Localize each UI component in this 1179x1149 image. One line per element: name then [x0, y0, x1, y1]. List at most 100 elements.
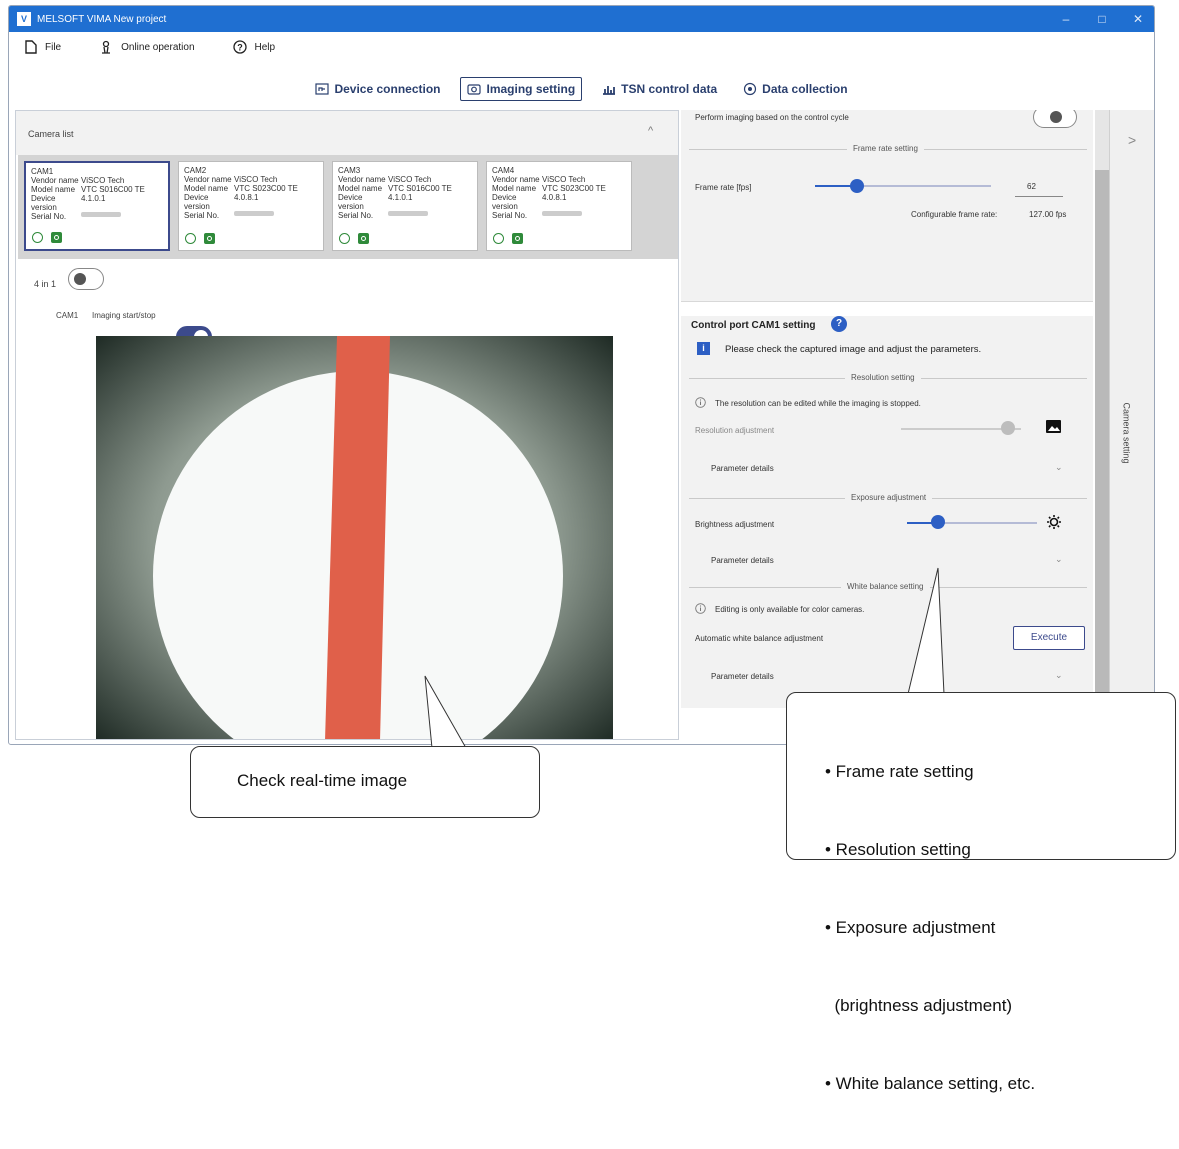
device-version-label: Device version	[31, 194, 57, 212]
camera-setting-label: Camera setting	[1121, 402, 1132, 464]
main-tabs: Device connection Imaging setting TSN co…	[9, 72, 1154, 106]
configurable-frame-rate-label: Configurable frame rate:	[911, 210, 998, 219]
control-cycle-label: Perform imaging based on the control cyc…	[695, 113, 849, 122]
control-port-title: Control port CAM1 setting	[691, 320, 816, 331]
serial-redacted	[388, 211, 428, 216]
serial-label: Serial No.	[492, 211, 528, 220]
camera-setting-drawer[interactable]: > Camera setting	[1109, 110, 1154, 740]
camera-list-header[interactable]: Camera list ^	[16, 111, 678, 155]
camera-card-cam3[interactable]: CAM3 Vendor name ViSCO Tech Model name VTC…	[332, 161, 478, 251]
help-icon[interactable]: ?	[831, 316, 847, 332]
tab-tsn-control-data[interactable]: TSN control data	[596, 77, 723, 101]
resolution-slider-thumb[interactable]	[1001, 421, 1015, 435]
chevron-down-icon[interactable]: ⌄	[1055, 462, 1063, 473]
chevron-down-icon[interactable]: ⌄	[1055, 670, 1063, 681]
device-version-label: Device version	[492, 193, 518, 211]
callout-item: • Resolution setting	[825, 840, 971, 859]
settings-scrollbar[interactable]	[1095, 110, 1109, 710]
camera-label: CAM1	[56, 311, 79, 320]
parameter-details-white-balance[interactable]: Parameter details	[711, 672, 774, 681]
camera-list-title: Camera list	[28, 129, 74, 139]
camera-icon	[467, 84, 482, 95]
device-version-value: 4.1.0.1	[81, 194, 106, 203]
frame-rate-slider-thumb[interactable]	[850, 179, 864, 193]
vendor-label: Vendor name	[31, 176, 79, 185]
frame-rate-value: 62	[1027, 182, 1036, 191]
title-bar: V MELSOFT VIMA New project – □ ✕	[9, 6, 1154, 32]
camera-card-cam1[interactable]: CAM1 Vendor name ViSCO Tech Model name VTC…	[24, 161, 170, 251]
auto-white-balance-label: Automatic white balance adjustment	[695, 634, 824, 643]
device-connection-icon	[315, 83, 330, 95]
model-value: VTC S016C00 TE	[388, 184, 452, 193]
menu-help[interactable]: ? Help	[232, 40, 275, 54]
serial-redacted	[542, 211, 582, 216]
parameter-details-resolution[interactable]: Parameter details	[711, 464, 774, 473]
menu-online-operation[interactable]: Online operation	[99, 40, 195, 54]
callout-item: • Frame rate setting	[825, 762, 974, 781]
bar-chart-icon	[603, 86, 616, 95]
camera-status-icon	[204, 233, 215, 244]
camera-name: CAM1	[31, 167, 54, 176]
info-icon: i	[697, 342, 710, 355]
control-cycle-toggle[interactable]	[1033, 110, 1077, 128]
menu-file[interactable]: File	[25, 40, 61, 54]
info-circle-icon	[695, 603, 706, 614]
callout-item: • Exposure adjustment	[825, 918, 996, 937]
minimize-button[interactable]: –	[1048, 6, 1084, 32]
vendor-value: ViSCO Tech	[388, 175, 432, 184]
camera-name: CAM4	[492, 166, 515, 175]
brightness-icon	[1047, 515, 1061, 529]
serial-redacted	[234, 211, 274, 216]
exposure-section-title: Exposure adjustment	[845, 493, 933, 502]
target-icon	[744, 82, 757, 96]
tab-device-connection[interactable]: Device connection	[309, 77, 446, 101]
tab-data-collection[interactable]: Data collection	[737, 77, 853, 101]
info-message: Please check the captured image and adju…	[725, 344, 982, 355]
camera-list: CAM1 Vendor name ViSCO Tech Model name VTC…	[18, 155, 678, 259]
callout-right: • Frame rate setting • Resolution settin…	[786, 692, 1176, 1093]
status-ring-icon	[493, 233, 504, 244]
image-icon	[1046, 420, 1061, 433]
resolution-section-title: Resolution setting	[845, 373, 921, 382]
model-label: Model name	[492, 184, 537, 193]
white-balance-note: Editing is only available for color came…	[715, 605, 865, 614]
frame-rate-label: Frame rate [fps]	[695, 183, 752, 192]
status-ring-icon	[185, 233, 196, 244]
help-icon: ?	[232, 40, 247, 54]
camera-card-cam2[interactable]: CAM2 Vendor name ViSCO Tech Model name VTC…	[178, 161, 324, 251]
menu-online-label: Online operation	[121, 41, 195, 53]
camera-card-cam4[interactable]: CAM4 Vendor name ViSCO Tech Model name VTC…	[486, 161, 632, 251]
window-title: MELSOFT VIMA New project	[37, 13, 167, 25]
collapse-icon[interactable]: ^	[648, 125, 653, 137]
file-icon	[25, 40, 37, 54]
menu-file-label: File	[45, 41, 62, 53]
resolution-label: Resolution adjustment	[695, 426, 775, 435]
device-version-value: 4.1.0.1	[388, 193, 413, 202]
live-image-drawing	[153, 336, 563, 739]
serial-redacted	[81, 212, 121, 217]
scrollbar-thumb[interactable]	[1095, 170, 1109, 710]
maximize-button[interactable]: □	[1084, 6, 1120, 32]
brightness-label: Brightness adjustment	[695, 520, 775, 529]
configurable-frame-rate-value: 127.00 fps	[1029, 210, 1067, 219]
vendor-label: Vendor name	[492, 175, 540, 184]
parameter-details-exposure[interactable]: Parameter details	[711, 556, 774, 565]
online-operation-icon	[102, 40, 111, 54]
execute-button[interactable]: Execute	[1013, 626, 1085, 650]
callout-right-list: • Frame rate setting • Resolution settin…	[825, 707, 1035, 1149]
app-window: V MELSOFT VIMA New project – □ ✕ File On…	[8, 5, 1155, 745]
device-version-label: Device version	[338, 193, 364, 211]
brightness-slider-thumb[interactable]	[931, 515, 945, 529]
tab-tsn-label: TSN control data	[621, 82, 718, 96]
four-in-one-toggle[interactable]	[68, 268, 104, 290]
expand-arrow-icon[interactable]: >	[1128, 132, 1136, 148]
tab-imaging-setting[interactable]: Imaging setting	[460, 77, 583, 101]
imaging-start-stop-label: Imaging start/stop	[92, 311, 156, 320]
app-logo-icon: V	[17, 12, 31, 26]
svg-text:?: ?	[237, 43, 243, 53]
status-ring-icon	[339, 233, 350, 244]
four-in-one-label: 4 in 1	[34, 279, 57, 289]
close-button[interactable]: ✕	[1120, 6, 1154, 32]
toggle-knob	[74, 273, 86, 285]
chevron-down-icon[interactable]: ⌄	[1055, 554, 1063, 565]
